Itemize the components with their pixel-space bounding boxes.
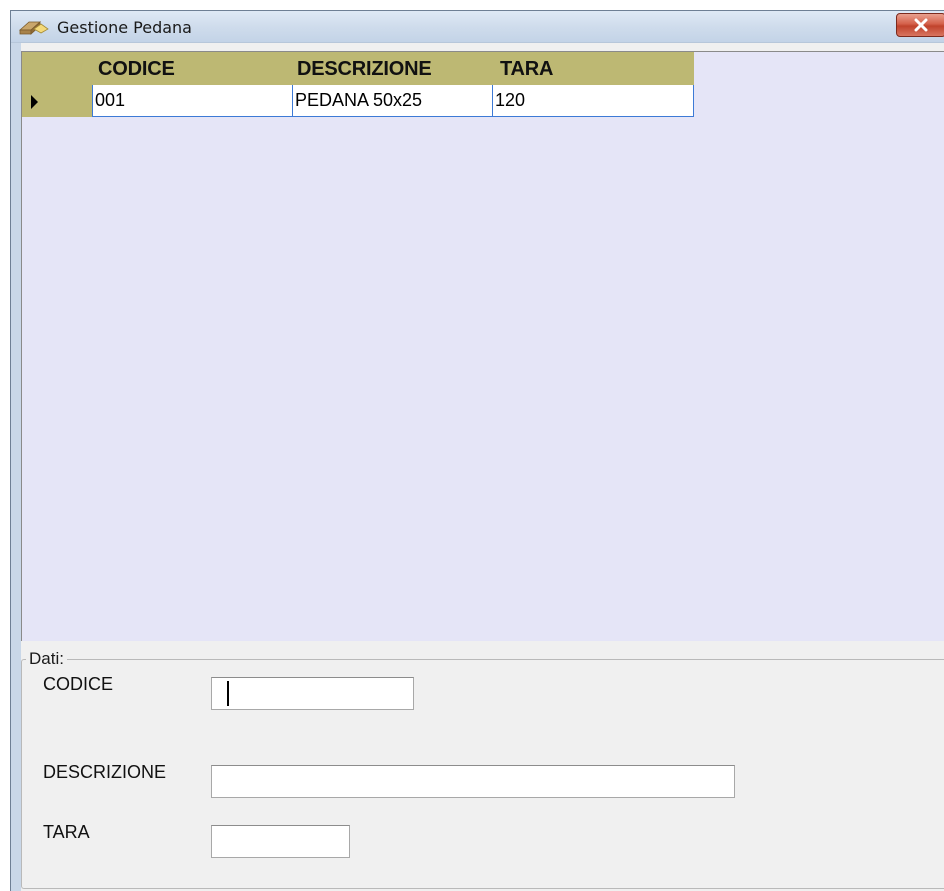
cell-descrizione[interactable]: PEDANA 50x25 <box>292 85 492 117</box>
close-button[interactable] <box>896 13 944 37</box>
window-frame <box>11 43 21 891</box>
data-grid[interactable]: CODICE DESCRIZIONE TARA 001 PEDANA 50x25… <box>21 51 944 641</box>
cell-codice[interactable]: 001 <box>92 85 292 117</box>
cell-tara[interactable]: 120 <box>492 85 694 117</box>
title-bar[interactable]: Gestione Pedana <box>11 11 944 43</box>
tara-input[interactable] <box>211 825 350 858</box>
column-header-tara[interactable]: TARA <box>500 58 553 81</box>
groupbox-title: Dati: <box>26 649 67 669</box>
column-header-descrizione[interactable]: DESCRIZIONE <box>297 58 432 81</box>
close-icon <box>914 18 928 32</box>
codice-input[interactable] <box>211 677 414 710</box>
descrizione-input[interactable] <box>211 765 735 798</box>
pallet-icon <box>19 21 49 35</box>
descrizione-label: DESCRIZIONE <box>43 762 167 782</box>
column-header-codice[interactable]: CODICE <box>98 58 175 81</box>
tara-label: TARA <box>43 822 90 842</box>
app-window: Gestione Pedana CODICE DESCRIZIONE TARA … <box>10 10 944 891</box>
row-header[interactable] <box>22 85 92 117</box>
window-title: Gestione Pedana <box>57 18 192 37</box>
row-selector-arrow-icon <box>31 95 38 109</box>
table-row[interactable]: 001 PEDANA 50x25 120 <box>22 85 694 117</box>
codice-label: CODICE <box>43 674 114 694</box>
text-caret <box>227 681 229 706</box>
grid-header: CODICE DESCRIZIONE TARA <box>22 52 694 85</box>
